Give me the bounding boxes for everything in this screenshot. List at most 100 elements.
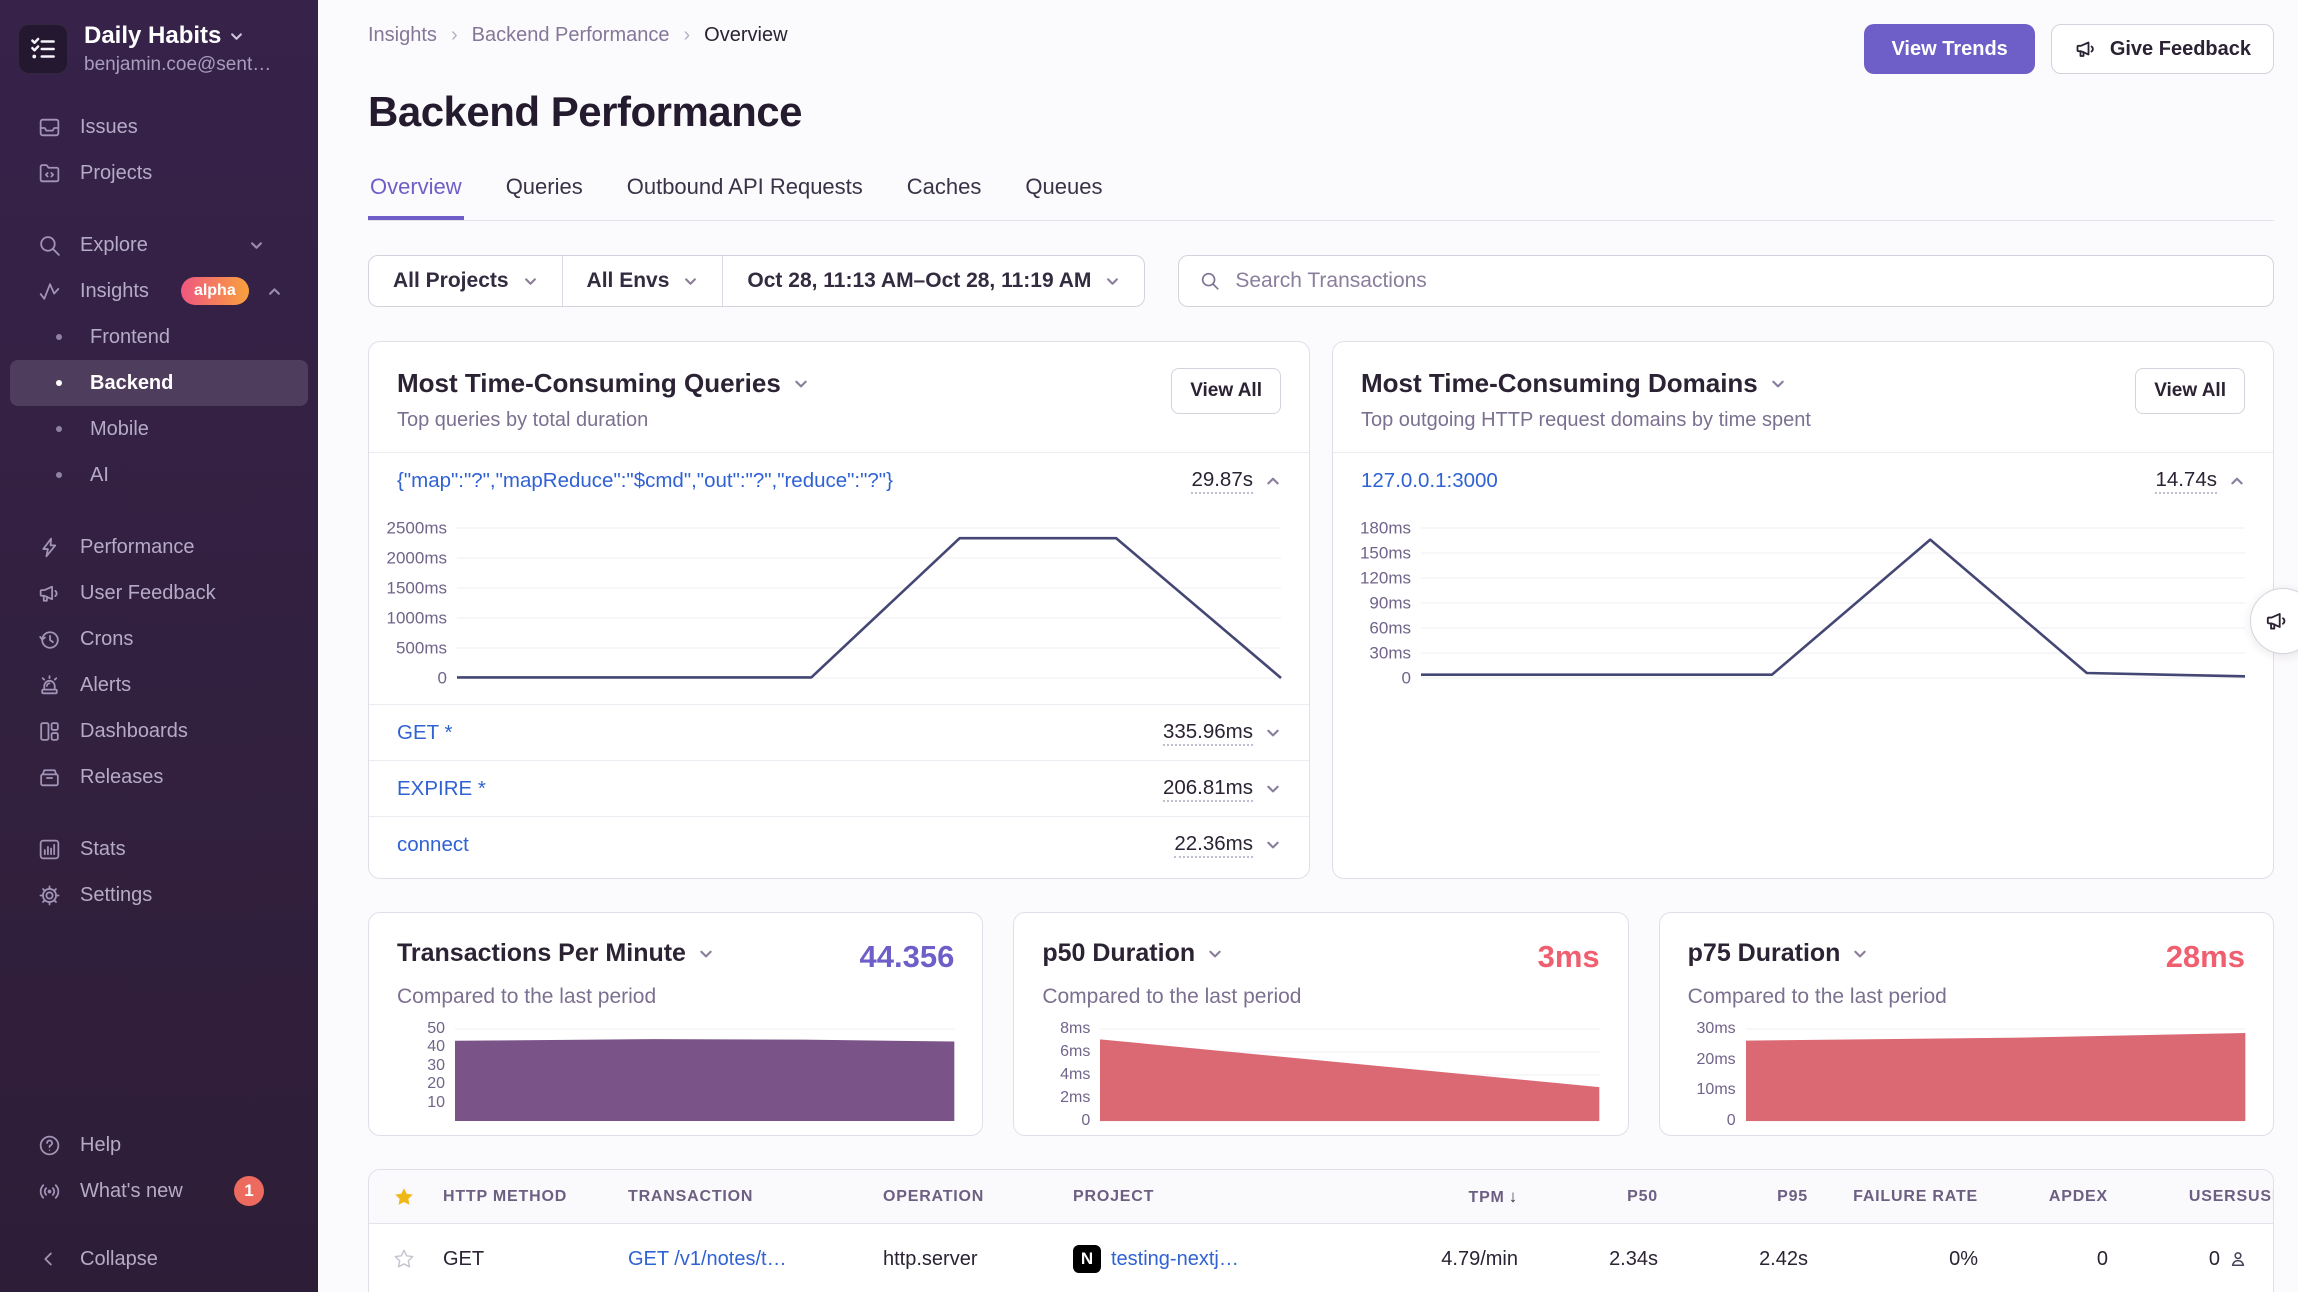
query-row: EXPIRE * 206.81ms: [369, 760, 1309, 816]
axis-tick-label: 2ms: [1060, 1090, 1090, 1106]
domain-link[interactable]: 127.0.0.1:3000: [1361, 469, 1498, 493]
domains-panel-title[interactable]: Most Time-Consuming Domains: [1361, 368, 1811, 399]
chevron-down-icon[interactable]: [1265, 837, 1281, 853]
sidebar-item-mobile[interactable]: Mobile: [10, 406, 308, 452]
chevron-down-icon[interactable]: [1265, 725, 1281, 741]
axis-tick-label: 30ms: [1697, 1021, 1736, 1037]
sidebar-collapse-button[interactable]: Collapse: [10, 1236, 308, 1282]
sidebar-item-label: Mobile: [90, 418, 149, 441]
column-header-failure-rate[interactable]: FAILURE RATE: [1808, 1188, 1978, 1206]
help-icon: [36, 1133, 62, 1158]
line-chart: [1421, 528, 2245, 678]
chevron-up-icon[interactable]: [2229, 473, 2245, 489]
tab-caches[interactable]: Caches: [905, 174, 984, 220]
column-header-transaction[interactable]: TRANSACTION: [628, 1188, 883, 1206]
queries-panel-title[interactable]: Most Time-Consuming Queries: [397, 368, 809, 399]
axis-tick-label: 1500ms: [387, 580, 447, 597]
table-row: GET GET /v1/notes/t… http.server N testi…: [369, 1224, 2273, 1292]
sidebar-item-help[interactable]: Help: [10, 1122, 308, 1168]
project-link[interactable]: testing-nextj…: [1111, 1248, 1239, 1271]
column-header-tpm[interactable]: TPM↓: [1318, 1187, 1518, 1207]
sidebar-item-projects[interactable]: Projects: [10, 150, 308, 196]
tab-queries[interactable]: Queries: [504, 174, 585, 220]
p50-duration-card: p50 Duration 3ms Compared to the last pe…: [1013, 912, 1628, 1136]
whats-new-count-badge: 1: [234, 1176, 264, 1206]
sidebar-item-ai[interactable]: AI: [10, 452, 308, 498]
date-range-filter[interactable]: Oct 28, 11:13 AM–Oct 28, 11:19 AM: [722, 256, 1144, 306]
bullet-icon: [56, 334, 62, 340]
sidebar-item-whats-new[interactable]: What's new 1: [10, 1168, 308, 1214]
sidebar-item-crons[interactable]: Crons: [10, 616, 308, 662]
chevron-up-icon[interactable]: [1265, 473, 1281, 489]
chevron-down-icon[interactable]: [1265, 781, 1281, 797]
axis-tick-label: 20ms: [1697, 1052, 1736, 1068]
domains-panel-title-label: Most Time-Consuming Domains: [1361, 368, 1758, 399]
star-outline-icon[interactable]: [393, 1248, 443, 1270]
queries-duration-chart: 2500ms2000ms1500ms1000ms500ms0: [373, 528, 1281, 678]
sidebar-item-settings[interactable]: Settings: [10, 872, 308, 918]
sidebar-item-releases[interactable]: Releases: [10, 754, 308, 800]
column-header-user-misery[interactable]: USER MISERY: [2248, 1188, 2274, 1206]
chevron-down-icon: [1105, 274, 1120, 289]
query-link[interactable]: GET *: [397, 721, 452, 745]
y-axis-labels: 2500ms2000ms1500ms1000ms500ms0: [373, 528, 457, 678]
query-link[interactable]: connect: [397, 833, 469, 857]
sidebar-item-alerts[interactable]: Alerts: [10, 662, 308, 708]
tpm-subtitle: Compared to the last period: [397, 985, 954, 1009]
cell-project: N testing-nextj…: [1073, 1245, 1318, 1273]
p75-card-title[interactable]: p75 Duration: [1688, 939, 1869, 968]
tab-outbound-api-requests[interactable]: Outbound API Requests: [625, 174, 865, 220]
org-switcher[interactable]: Daily Habits benjamin.coe@sent…: [0, 22, 318, 76]
sidebar-item-user-feedback[interactable]: User Feedback: [10, 570, 308, 616]
search-icon: [36, 233, 62, 258]
column-header-p95[interactable]: P95: [1658, 1188, 1808, 1206]
query-link[interactable]: EXPIRE *: [397, 777, 486, 801]
org-logo: [18, 24, 68, 74]
sidebar-item-insights[interactable]: Insights alpha: [10, 268, 308, 314]
axis-tick-label: 90ms: [1369, 595, 1411, 612]
megaphone-icon: [36, 581, 62, 606]
y-axis-labels: 30ms20ms10ms0: [1688, 1029, 1746, 1121]
tpm-card-title[interactable]: Transactions Per Minute: [397, 939, 714, 968]
column-header-p50[interactable]: P50: [1518, 1188, 1658, 1206]
sidebar-item-stats[interactable]: Stats: [10, 826, 308, 872]
sidebar-item-issues[interactable]: Issues: [10, 104, 308, 150]
search-transactions-input[interactable]: [1235, 269, 2253, 293]
domains-view-all-button[interactable]: View All: [2135, 368, 2245, 414]
column-header-project[interactable]: PROJECT: [1073, 1188, 1318, 1206]
cell-transaction-link[interactable]: GET /v1/notes/t…: [628, 1248, 883, 1271]
give-feedback-button[interactable]: Give Feedback: [2051, 24, 2274, 74]
breadcrumb-separator-icon: ›: [684, 24, 691, 47]
query-link[interactable]: {"map":"?","mapReduce":"$cmd","out":"?",…: [397, 469, 893, 493]
queries-view-all-button[interactable]: View All: [1171, 368, 1281, 414]
column-header-operation[interactable]: OPERATION: [883, 1188, 1073, 1206]
project-filter[interactable]: All Projects: [369, 256, 562, 306]
column-header-http-method[interactable]: HTTP METHOD: [443, 1188, 628, 1206]
breadcrumb-insights[interactable]: Insights: [368, 24, 437, 47]
sidebar-item-dashboards[interactable]: Dashboards: [10, 708, 308, 754]
sidebar-item-label: User Feedback: [80, 582, 216, 605]
sidebar-item-label: What's new: [80, 1180, 183, 1203]
column-header-apdex[interactable]: APDEX: [1978, 1188, 2108, 1206]
tab-queues[interactable]: Queues: [1023, 174, 1104, 220]
tab-overview[interactable]: Overview: [368, 174, 464, 220]
column-header-users[interactable]: USERS: [2108, 1188, 2248, 1206]
chevron-down-icon: [698, 946, 714, 962]
environment-filter[interactable]: All Envs: [562, 256, 723, 306]
sidebar-item-backend[interactable]: Backend: [10, 360, 308, 406]
breadcrumb-backend-performance[interactable]: Backend Performance: [472, 24, 670, 47]
sidebar-item-frontend[interactable]: Frontend: [10, 314, 308, 360]
bullet-icon: [56, 426, 62, 432]
sidebar: Daily Habits benjamin.coe@sent… Issues P…: [0, 0, 318, 1292]
p50-card-title[interactable]: p50 Duration: [1042, 939, 1223, 968]
line-chart: [457, 528, 1281, 678]
axis-tick-label: 8ms: [1060, 1021, 1090, 1037]
sidebar-item-explore[interactable]: Explore: [10, 222, 308, 268]
query-row-expanded: {"map":"?","mapReduce":"$cmd","out":"?",…: [369, 452, 1309, 508]
y-axis-labels: 180ms150ms120ms90ms60ms30ms0: [1337, 528, 1421, 678]
sidebar-item-performance[interactable]: Performance: [10, 524, 308, 570]
sidebar-item-label: Backend: [90, 372, 173, 395]
view-trends-button[interactable]: View Trends: [1864, 24, 2034, 74]
tpm-value: 44.356: [860, 939, 955, 975]
star-column-header-icon[interactable]: [393, 1186, 443, 1208]
